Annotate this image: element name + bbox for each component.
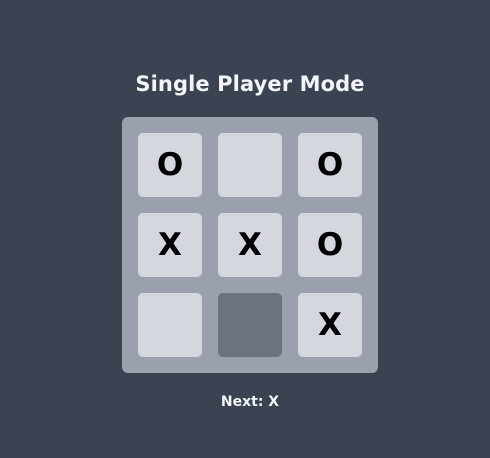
page-title: Single Player Mode	[135, 72, 365, 96]
board-cell-3[interactable]: O	[298, 133, 362, 197]
board-cell-5[interactable]: X	[218, 213, 282, 277]
board-cell-8[interactable]	[218, 293, 282, 357]
board-cell-6[interactable]: O	[298, 213, 362, 277]
board-cell-4[interactable]: X	[138, 213, 202, 277]
game-page: Single Player Mode O O X X O X Next: X	[0, 0, 490, 458]
board-cell-2[interactable]	[218, 133, 282, 197]
board-cell-1[interactable]: O	[138, 133, 202, 197]
board-cell-7[interactable]	[138, 293, 202, 357]
next-player-status: Next: X	[220, 394, 280, 410]
board-cell-9[interactable]: X	[298, 293, 362, 357]
tic-tac-toe-board: O O X X O X	[122, 117, 378, 373]
